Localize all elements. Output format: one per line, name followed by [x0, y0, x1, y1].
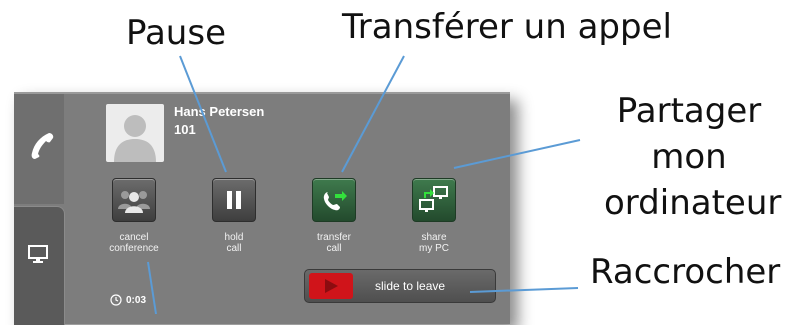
hold-call-action[interactable]: hold call — [194, 178, 274, 254]
play-arrow-icon — [325, 279, 338, 293]
hold-call-button[interactable] — [212, 178, 256, 222]
sidebar-phone-area — [14, 94, 64, 204]
transfer-call-button[interactable] — [312, 178, 356, 222]
share-pc-label: share my PC — [419, 232, 449, 254]
contact-name: Hans Petersen — [174, 104, 265, 119]
contact-number: 101 — [174, 122, 196, 137]
callout-share-line-2: mon — [651, 137, 727, 177]
transfer-call-label: transfer call — [317, 232, 351, 254]
cancel-conference-action[interactable]: cancel conference — [94, 178, 174, 254]
callout-pause: Pause — [126, 13, 226, 53]
slider-label: slide to leave — [375, 279, 446, 293]
slider-knob[interactable] — [309, 273, 353, 299]
monitor-icon — [28, 245, 48, 263]
transfer-call-action[interactable]: transfer call — [294, 178, 374, 254]
phone-handset-icon[interactable] — [28, 130, 58, 160]
callout-share-line-3: ordinateur — [604, 183, 782, 223]
callout-share-line-1: Partager — [616, 91, 762, 131]
hold-call-label: hold call — [224, 232, 244, 254]
cancel-conference-label: cancel conference — [109, 232, 159, 254]
pause-icon — [227, 191, 241, 209]
share-pc-button[interactable] — [412, 178, 456, 222]
callout-transfer: Transférer un appel — [342, 7, 672, 47]
call-timer-value: 0:03 — [126, 294, 147, 306]
callout-hangup: Raccrocher — [590, 252, 781, 292]
transfer-call-icon — [323, 191, 347, 211]
call-panel: Hans Petersen 101 cancel conference hold c… — [14, 92, 510, 325]
slide-to-leave-slider[interactable]: slide to leave — [304, 269, 496, 303]
call-timer: 0:03 — [110, 294, 146, 306]
clock-icon — [110, 294, 122, 306]
conference-icon — [118, 191, 150, 213]
callout-share: Partager mon ordinateur — [604, 88, 782, 226]
cancel-conference-button[interactable] — [112, 178, 156, 222]
sidebar-tab-screen[interactable] — [14, 206, 65, 325]
share-screen-icon — [419, 186, 448, 212]
share-pc-action[interactable]: share my PC — [394, 178, 474, 254]
user-silhouette-icon — [114, 115, 156, 162]
avatar — [106, 104, 164, 162]
